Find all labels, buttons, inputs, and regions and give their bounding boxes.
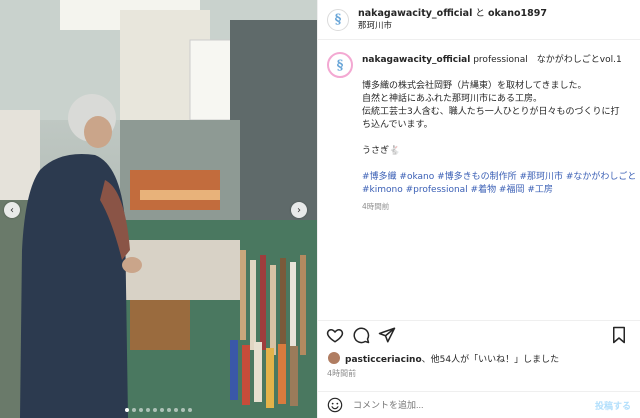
caption-line: 博多織の株式会社岡野（片縄東）を取材してきました。 [362,81,587,91]
prev-image-button[interactable]: ‹ [4,202,20,218]
avatar[interactable]: § [327,8,349,31]
likes-text[interactable]: 、他54人が「いいね！」しました [422,355,559,365]
carousel-dot [139,408,143,412]
likes-summary: pasticceriacino、他54人が「いいね！」しました [327,351,559,365]
caption-sign: うさぎ🐇 [362,146,401,156]
save-button[interactable] [609,325,629,345]
post-timestamp[interactable]: 4時間前 [327,368,356,379]
carousel-dot [174,408,178,412]
hashtags[interactable]: #kimono #professional #着物 #福岡 #工房 [362,184,636,197]
header-usernames: nakagawacity_official と okano1897 [358,7,547,20]
comment-button[interactable] [351,325,371,345]
share-icon [378,327,396,342]
liker-avatar[interactable] [327,351,341,365]
carousel-dot [146,408,150,412]
liker-username[interactable]: pasticceriacino [345,355,422,365]
caption-time: 4時間前 [362,202,390,211]
carousel-dot [188,408,192,412]
collab-connector: と [475,7,485,19]
caption-line: 伝統工芸士3人含む、職人たち一人ひとりが日々ものづくりに打 [362,107,620,117]
account-logo-icon: § [334,12,342,27]
like-button[interactable] [325,325,345,345]
instagram-post: ‹ › § nakagawacity_official と okano1897 … [0,0,640,418]
photo-scene [0,0,317,418]
account-logo-icon: § [336,57,344,73]
caption-username[interactable]: nakagawacity_official [362,55,470,65]
comment-bar: 投稿する [318,391,640,418]
bookmark-icon [613,326,625,344]
share-button[interactable] [377,325,397,345]
carousel-dot [132,408,136,412]
post-photo[interactable]: ‹ › [0,0,317,418]
next-image-button[interactable]: › [291,202,307,218]
caption-avatar[interactable]: § [327,52,353,78]
caption-line: ち込んでいます。 [362,120,433,130]
comment-icon [353,327,370,343]
account-username[interactable]: nakagawacity_official [358,8,472,19]
caption-title: professional なかがわしごとvol.1 [473,55,622,65]
carousel-dot [167,408,171,412]
caption-line: 自然と神話にあふれた那珂川市にある工房。 [362,94,543,104]
emoji-icon[interactable] [327,397,343,413]
caption-first-line: nakagawacity_official professional なかがわし… [362,54,636,67]
actions-bar [318,320,640,348]
hashtags[interactable]: #博多織 #okano #博多きもの制作所 #那珂川市 #なかがわしごと [362,171,636,184]
heart-icon [326,328,344,343]
carousel-dot [160,408,164,412]
carousel-dot [181,408,185,412]
location-link[interactable]: 那珂川市 [358,20,547,33]
carousel-dot [153,408,157,412]
post-panel: § nakagawacity_official と okano1897 那珂川市… [317,0,640,418]
post-caption: § nakagawacity_official professional なかが… [327,52,636,213]
carousel-dot [125,408,129,412]
post-header: § nakagawacity_official と okano1897 那珂川市 [318,0,640,40]
post-comment-button[interactable]: 投稿する [595,399,631,412]
carousel-indicator [0,408,317,412]
collaborator-username[interactable]: okano1897 [488,8,547,19]
